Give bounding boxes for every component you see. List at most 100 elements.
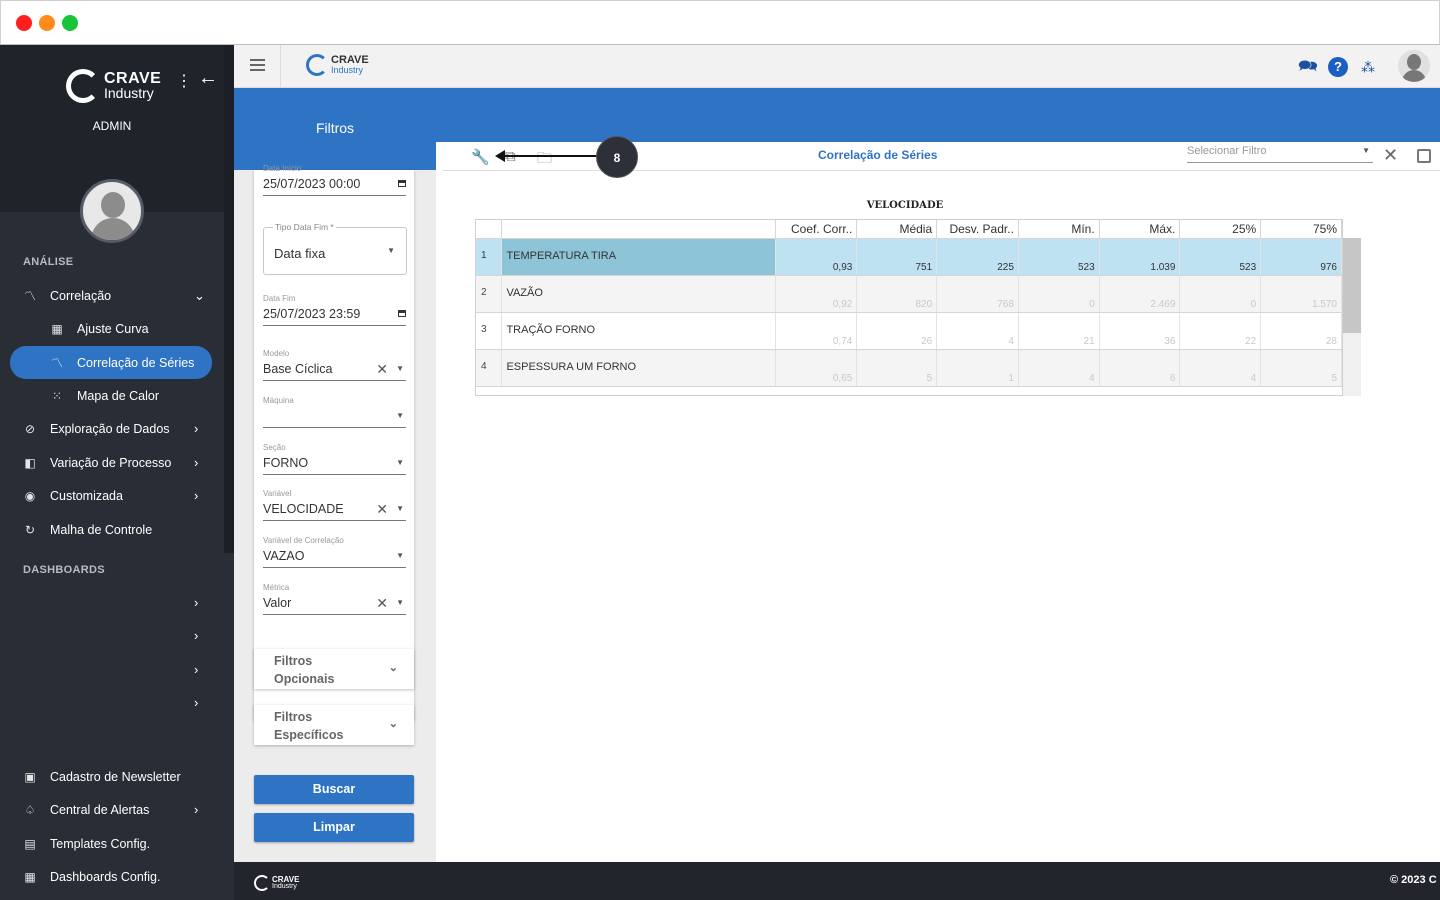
sidebar-item-exploracao[interactable]: ⊘ Exploração de Dados › [0, 412, 224, 445]
calendar-icon[interactable] [398, 180, 406, 187]
row-index: 2 [476, 275, 503, 313]
logo-icon [306, 54, 328, 76]
maximize-window-button[interactable] [62, 15, 78, 31]
field-value: Valor [263, 596, 292, 610]
dashboard-item[interactable]: › [0, 619, 224, 652]
cell: 22 [1179, 312, 1262, 350]
sidebar-item-variacao[interactable]: ◧ Variação de Processo › [0, 446, 224, 479]
column-header[interactable]: Mín. [1018, 220, 1100, 239]
results-table: Coef. Corr.. Média Desv. Padr.. Mín. Máx… [475, 219, 1343, 396]
field-label: Variável de Correlação [263, 536, 344, 545]
table-row[interactable]: 1 TEMPERATURA TIRA 0,93 751 225 523 1.03… [476, 238, 1342, 276]
header-logo[interactable]: CRAVE Industry [306, 54, 369, 76]
help-icon[interactable]: ? [1328, 57, 1348, 77]
maquina-select[interactable]: Máquina ▼ [263, 396, 406, 428]
cell: 4 [1179, 349, 1262, 387]
sidebar-item-malha[interactable]: ↻ Malha de Controle [0, 513, 224, 546]
sidebar-item-correlacao-series[interactable]: 〽 Correlação de Séries [10, 346, 212, 379]
table-row[interactable]: 4 ESPESSURA UM FORNO 0,65 5 1 4 6 4 5 [476, 349, 1342, 387]
row-name: TEMPERATURA TIRA [501, 238, 776, 276]
palette-icon: ◉ [24, 488, 36, 503]
dashboard-item[interactable]: › [0, 686, 224, 719]
brand-name: CRAVE [272, 875, 300, 884]
close-icon[interactable]: ✕ [1383, 145, 1398, 166]
sidebar-item-dashboards-config[interactable]: ▦ Dashboards Config. [0, 860, 224, 893]
sidebar-item-mapa-calor[interactable]: ⁙ Mapa de Calor [0, 379, 224, 412]
sidebar-item-ajuste-curva[interactable]: ▦ Ajuste Curva [0, 312, 224, 345]
sidebar-item-label: Mapa de Calor [77, 388, 159, 403]
column-header[interactable]: Coef. Corr.. [775, 220, 858, 239]
sidebar-item-customizada[interactable]: ◉ Customizada › [0, 479, 224, 512]
template-icon: ▤ [24, 836, 36, 851]
save-icon[interactable] [1417, 149, 1431, 163]
menu-icon[interactable] [250, 59, 265, 71]
scrollbar-thumb[interactable] [1343, 238, 1361, 333]
cell: 5 [856, 349, 938, 387]
column-header[interactable]: Média [856, 220, 938, 239]
dashboard-item[interactable]: › [0, 653, 224, 686]
more-options-icon[interactable]: ⋮ [176, 71, 192, 91]
column-header[interactable]: 25% [1179, 220, 1262, 239]
column-header[interactable]: 75% [1260, 220, 1342, 239]
tipo-data-fim-select[interactable]: Tipo Data Fim * Data fixa ▼ [263, 222, 407, 275]
collapse-sidebar-icon[interactable]: ← [198, 67, 218, 90]
table-row[interactable]: 3 TRAÇÃO FORNO 0,74 26 4 21 36 22 28 [476, 312, 1342, 350]
field-value: Base Cíclica [263, 362, 333, 376]
chat-icon[interactable]: 🗪 [1298, 57, 1318, 77]
sidebar-item-templates[interactable]: ▤ Templates Config. [0, 827, 224, 860]
dropdown-arrow-icon: ▼ [396, 551, 404, 560]
clear-icon[interactable]: ✕ [376, 593, 388, 613]
data-inicio-field[interactable]: Data Início 25/07/2023 00:00 [263, 164, 406, 196]
fullscreen-exit-icon[interactable]: ⁂ [1358, 57, 1378, 77]
cell: 768 [936, 275, 1019, 313]
limpar-button[interactable]: Limpar [254, 813, 414, 842]
minimize-window-button[interactable] [39, 15, 55, 31]
dropdown-arrow-icon: ▼ [396, 411, 404, 420]
sidebar-item-correlacao[interactable]: 〽 Correlação ⌄ [0, 279, 224, 312]
sidebar-item-label: Dashboards Config. [50, 869, 161, 884]
field-value: Data fixa [274, 246, 326, 261]
cell: 820 [856, 275, 938, 313]
select-filter-dropdown[interactable]: Selecionar Filtro ▼ [1187, 145, 1373, 163]
sidebar-item-alertas[interactable]: ♤ Central de Alertas › [0, 793, 224, 826]
clear-icon[interactable]: ✕ [376, 359, 388, 379]
field-label: Data Início [263, 164, 302, 173]
folder-icon[interactable]: 🗀 [537, 148, 552, 173]
table-scrollbar[interactable] [1343, 238, 1361, 396]
chevron-down-icon: ⌄ [388, 718, 398, 730]
row-name: TRAÇÃO FORNO [501, 312, 776, 350]
user-avatar[interactable] [80, 179, 144, 243]
column-header[interactable]: Desv. Padr.. [936, 220, 1019, 239]
cell: 1.039 [1099, 238, 1181, 276]
data-fim-field[interactable]: Data Fim 25/07/2023 23:59 [263, 294, 406, 326]
wrench-icon[interactable]: 🔧 [471, 148, 490, 166]
sidebar-item-newsletter[interactable]: ▣ Cadastro de Newsletter [0, 760, 224, 793]
column-header[interactable]: Máx. [1099, 220, 1181, 239]
cell: 0,92 [775, 275, 858, 313]
filtros-opcionais-panel[interactable]: Filtros Opcionais ⌄ [254, 649, 414, 689]
chart-icon: 〽 [50, 355, 63, 370]
loop-icon: ↻ [24, 522, 36, 537]
variavel-select[interactable]: Variável VELOCIDADE ✕ ▼ [263, 489, 406, 521]
column-header-name [501, 220, 776, 239]
calendar-icon[interactable] [398, 310, 406, 317]
header-avatar[interactable] [1398, 50, 1430, 82]
metrica-select[interactable]: Métrica Valor ✕ ▼ [263, 583, 406, 615]
variavel-correlacao-select[interactable]: Variável de Correlação VAZAO ▼ [263, 536, 406, 568]
buscar-button[interactable]: Buscar [254, 775, 414, 804]
panel-title: Correlação de Séries [818, 148, 938, 162]
filtros-especificos-panel[interactable]: Filtros Específicos ⌄ [254, 705, 414, 745]
field-label: Tipo Data Fim * [273, 222, 336, 232]
row-index: 4 [476, 349, 503, 387]
clear-icon[interactable]: ✕ [376, 499, 388, 519]
close-window-button[interactable] [16, 15, 32, 31]
dashboard-item[interactable]: › [0, 586, 224, 619]
modelo-select[interactable]: Modelo Base Cíclica ✕ ▼ [263, 349, 406, 381]
chevron-right-icon: › [194, 662, 199, 677]
cell: 28 [1260, 312, 1342, 350]
sidebar-scrollbar[interactable] [224, 45, 234, 553]
table-row[interactable]: 2 VAZÃO 0,92 820 768 0 2.469 0 1.570 [476, 275, 1342, 313]
top-header: CRAVE Industry 🗪 ? ⁂ [234, 45, 1440, 88]
secao-select[interactable]: Seção FORNO ▼ [263, 443, 406, 475]
chevron-right-icon: › [194, 595, 199, 610]
